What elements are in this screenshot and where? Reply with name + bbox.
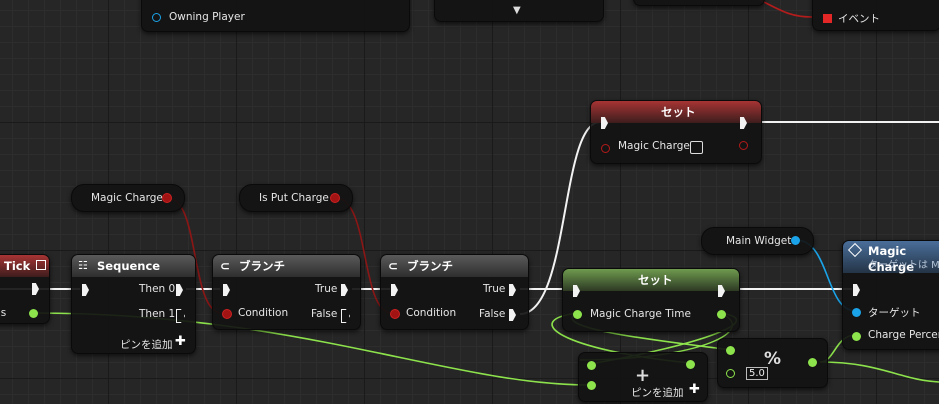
branch1-condition-label: Condition — [238, 307, 289, 319]
branch-icon: ⊂ — [220, 259, 231, 273]
top-right-partial-node[interactable] — [633, 0, 765, 6]
percent-node[interactable]: 5.0 % — [717, 338, 828, 388]
function-diamond-icon — [847, 242, 863, 258]
set-magic-charge-input-pin[interactable] — [601, 144, 610, 153]
top-left-node[interactable]: Owning Player — [141, 0, 410, 32]
magic-charge-function-node[interactable]: Magic Charge ターゲットは Ma ターゲット Charge Perc… — [842, 240, 939, 350]
sequence-icon: ☷ — [78, 259, 88, 272]
branch2-title: ブランチ — [407, 259, 453, 273]
sequence-title: Sequence — [97, 259, 161, 273]
charge-percent-pin[interactable] — [852, 332, 861, 341]
set-magic-charge-output-pin[interactable] — [739, 141, 748, 150]
sequence-header[interactable]: ☷ Sequence — [72, 255, 195, 277]
is-put-charge-variable-node[interactable]: Is Put Charge — [239, 184, 353, 212]
add-plus-symbol: + — [635, 365, 651, 386]
magic-charge-variable-node[interactable]: Magic Charge — [71, 184, 185, 212]
then1-pin[interactable] — [176, 309, 185, 323]
is-put-charge-variable-label: Is Put Charge — [259, 192, 329, 204]
event-tick-header[interactable]: Tick — [0, 255, 49, 277]
set-magic-charge-time-title: セット — [638, 273, 673, 287]
branch-node-2[interactable]: ⊂ ブランチ True Condition False — [380, 254, 529, 330]
branch-icon: ⊂ — [388, 259, 399, 273]
add-pin-plus-icon[interactable]: ✚ — [175, 334, 186, 349]
set-magic-charge-node[interactable]: セット Magic Charge — [590, 100, 762, 164]
percent-output-pin[interactable] — [808, 358, 817, 367]
branch1-title: ブランチ — [239, 259, 285, 273]
add-node-add-pin-label[interactable]: ピンを追加 — [631, 385, 684, 400]
set-magic-charge-time-node[interactable]: セット Magic Charge Time — [562, 268, 740, 332]
main-widget-variable-label: Main Widget — [726, 235, 792, 247]
magic-charge-checkbox[interactable] — [690, 141, 703, 154]
branch2-true-label: True — [483, 283, 506, 295]
top-right-node[interactable]: イベント — [812, 0, 939, 31]
set-magic-charge-time-output-pin[interactable] — [717, 310, 726, 319]
delta-seconds-pin[interactable] — [29, 309, 38, 318]
charge-percent-label: Charge Percent — [868, 329, 939, 341]
set-magic-charge-title: セット — [661, 105, 696, 119]
target-pin[interactable] — [852, 308, 861, 317]
add-input-b-pin[interactable] — [587, 381, 596, 390]
magic-charge-output-pin[interactable] — [162, 193, 172, 203]
chevron-down-icon[interactable]: ▼ — [513, 5, 521, 16]
delta-seconds-label: onds — [0, 307, 7, 319]
bool-wire — [759, 0, 813, 18]
main-widget-variable-node[interactable]: Main Widget — [701, 227, 814, 255]
owning-player-pin[interactable] — [152, 13, 161, 22]
event-icon — [36, 260, 46, 270]
magic-charge-variable-label: Magic Charge — [91, 192, 163, 204]
top-middle-node[interactable]: ▼ — [434, 0, 604, 22]
add-pin-plus-icon[interactable]: ✚ — [689, 382, 700, 397]
add-output-pin[interactable] — [686, 360, 695, 369]
magic-charge-function-header[interactable]: Magic Charge ターゲットは Ma — [843, 241, 939, 274]
branch2-false-label: False — [479, 308, 506, 320]
then0-label: Then 0 — [139, 283, 176, 295]
branch2-condition-pin[interactable] — [390, 309, 400, 319]
set-magic-charge-time-input-pin[interactable] — [573, 310, 582, 319]
owning-player-label: Owning Player — [169, 11, 245, 23]
target-label: ターゲット — [868, 307, 921, 319]
branch-node-1[interactable]: ⊂ ブランチ True Condition False — [212, 254, 361, 330]
percent-input-b-pin[interactable] — [726, 369, 735, 378]
event-tick-title: Tick — [4, 259, 31, 273]
add-input-a-pin[interactable] — [587, 361, 596, 370]
sequence-add-pin-label[interactable]: ピンを追加 — [120, 337, 173, 352]
branch2-condition-label: Condition — [406, 307, 457, 319]
branch2-header[interactable]: ⊂ ブランチ — [381, 255, 528, 277]
percent-input-a-pin[interactable] — [726, 346, 735, 355]
set-magic-charge-time-pin-label: Magic Charge Time — [590, 308, 691, 320]
set-magic-charge-time-header[interactable]: セット — [563, 269, 739, 291]
then1-label: Then 1 — [139, 308, 176, 320]
branch1-false-pin[interactable] — [341, 309, 350, 323]
set-magic-charge-header[interactable]: セット — [591, 101, 761, 123]
event-square-icon[interactable] — [823, 14, 832, 23]
float-wire — [819, 361, 939, 383]
is-put-charge-output-pin[interactable] — [330, 193, 340, 203]
branch1-true-label: True — [315, 283, 338, 295]
set-magic-charge-pin-label: Magic Charge — [618, 140, 690, 152]
event-tick-node[interactable]: Tick onds — [0, 254, 50, 324]
branch1-condition-pin[interactable] — [222, 309, 232, 319]
branch1-header[interactable]: ⊂ ブランチ — [213, 255, 360, 277]
magic-charge-function-subtitle: ターゲットは Ma — [868, 260, 939, 271]
event-label: イベント — [838, 13, 880, 25]
main-widget-output-pin[interactable] — [791, 236, 800, 245]
add-float-node[interactable]: + ピンを追加 ✚ — [578, 352, 708, 402]
percent-symbol: % — [764, 349, 782, 369]
sequence-node[interactable]: ☷ Sequence Then 0 Then 1 ピンを追加 ✚ — [71, 254, 196, 354]
branch1-false-label: False — [311, 308, 338, 320]
